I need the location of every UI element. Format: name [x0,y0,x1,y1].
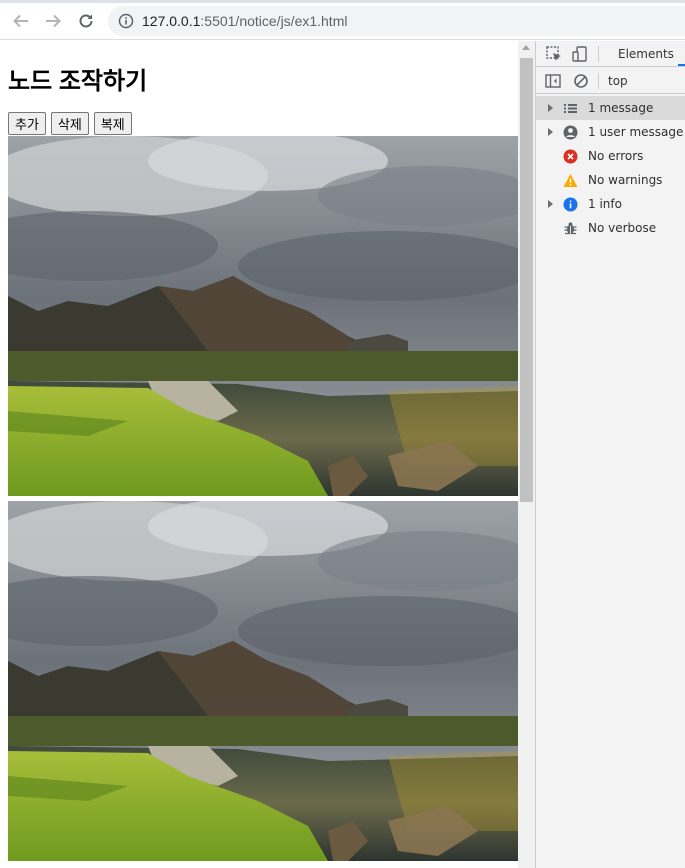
address-bar[interactable]: 127.0.0.1:5501/notice/js/ex1.html [108,6,685,36]
add-button[interactable]: 추가 [8,112,46,135]
error-icon [563,149,578,164]
sidebar-item-label: 1 info [588,197,622,211]
landscape-image [8,136,518,496]
page-title: 노드 조작하기 [8,68,148,95]
expand-arrow-icon[interactable] [548,128,553,136]
sidebar-item-label: 1 user message [588,125,684,139]
forward-arrow-icon [46,14,61,28]
sidebar-item-label: 1 message [588,101,654,115]
devtools-tabbar: Elements [536,41,685,67]
sidebar-item-verbose[interactable]: No verbose [536,216,685,240]
console-sidebar: 1 message 1 user message No errors No wa… [536,96,685,240]
back-button[interactable] [10,10,32,32]
info-icon [563,197,578,212]
sidebar-item-label: No errors [588,149,644,163]
console-toolbar: top [536,68,685,94]
url-path: :5501/notice/js/ex1.html [200,13,348,29]
sidebar-item-messages[interactable]: 1 message [536,96,685,120]
site-info-icon[interactable] [118,13,134,29]
user-icon [563,125,578,140]
expand-arrow-icon[interactable] [548,104,553,112]
button-row: 추가 삭제 복제 [8,112,132,135]
reload-button[interactable] [75,10,97,32]
expand-arrow-icon[interactable] [548,200,553,208]
clear-console-icon[interactable] [572,72,590,90]
landscape-image [8,501,518,861]
toolbar-divider [598,73,599,89]
sidebar-item-warnings[interactable]: No warnings [536,168,685,192]
browser-toolbar: 127.0.0.1:5501/notice/js/ex1.html [0,0,685,40]
forward-button[interactable] [42,10,64,32]
reload-icon [79,14,93,28]
back-arrow-icon [13,14,28,28]
inspect-element-icon[interactable] [545,45,563,63]
url-text: 127.0.0.1:5501/notice/js/ex1.html [142,13,347,29]
sidebar-toggle-icon[interactable] [544,72,562,90]
sidebar-item-label: No verbose [588,221,657,235]
context-selector[interactable]: top [608,74,628,88]
toolbar-divider [598,46,599,62]
clone-button[interactable]: 복제 [93,112,132,135]
list-icon [564,104,577,113]
bug-icon [564,222,577,235]
page-viewport: 노드 조작하기 추가 삭제 복제 [0,41,535,868]
device-toolbar-icon[interactable] [571,45,589,63]
sidebar-item-user-messages[interactable]: 1 user message [536,120,685,144]
tab-elements[interactable]: Elements [618,47,674,61]
sidebar-item-label: No warnings [588,173,663,187]
sidebar-item-errors[interactable]: No errors [536,144,685,168]
url-host: 127.0.0.1 [142,13,201,29]
delete-button[interactable]: 삭제 [50,112,89,135]
page-scrollbar[interactable] [518,41,535,868]
active-tab-indicator [678,64,685,66]
sidebar-item-info[interactable]: 1 info [536,192,685,216]
warning-icon [563,174,578,187]
devtools-panel: Elements top 1 message 1 user message No… [535,41,685,868]
scroll-up-arrow-icon[interactable] [522,45,530,50]
scroll-thumb[interactable] [520,58,533,502]
